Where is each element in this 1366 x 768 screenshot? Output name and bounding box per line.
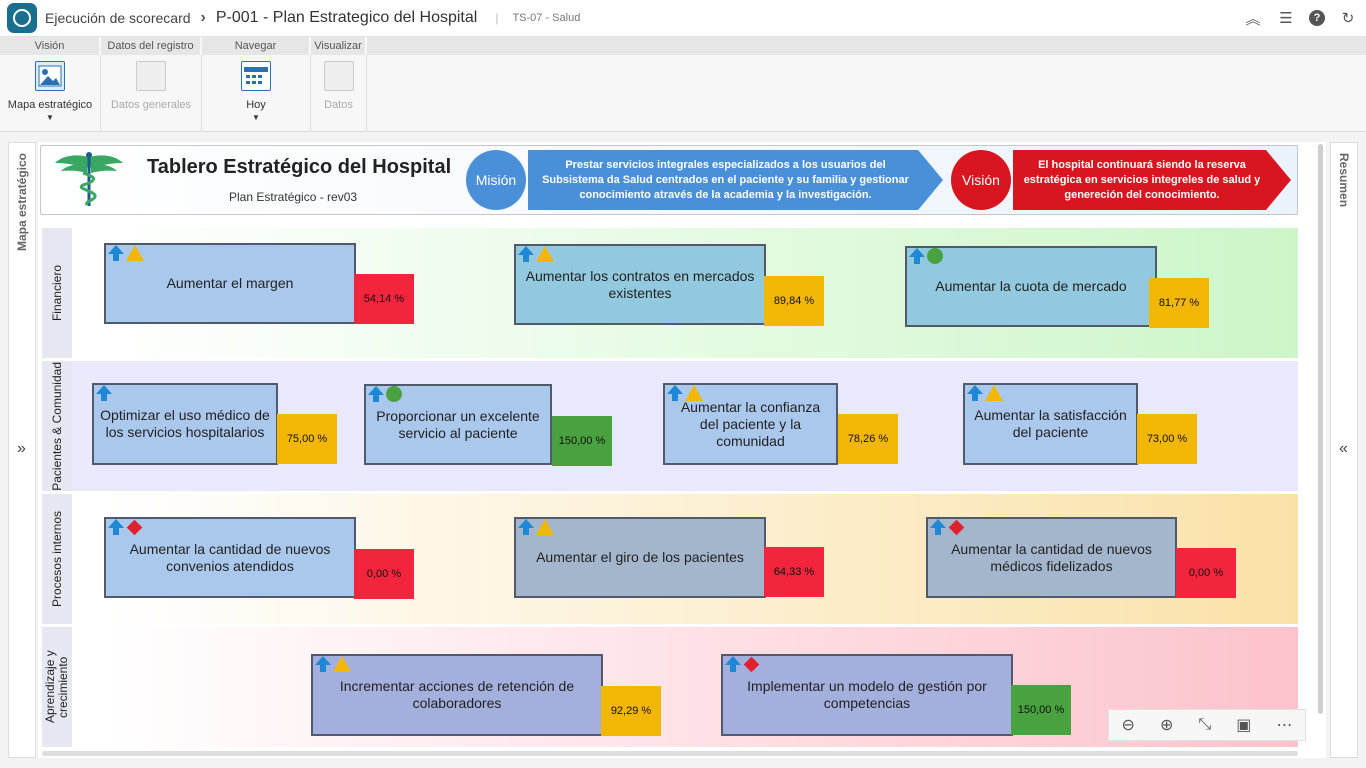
ribbon-group-visualizar: Visualizar	[311, 37, 367, 55]
dropdown-caret-icon: ▼	[46, 113, 54, 122]
caduceus-logo-icon	[55, 152, 123, 206]
objective-value: 64,33 %	[764, 547, 824, 597]
trend-up-icon	[315, 656, 331, 672]
title-bar: Ejecución de scorecard › P-001 - Plan Es…	[0, 0, 1366, 37]
side-panel-label: Resumen	[1337, 153, 1351, 208]
horizontal-scrollbar[interactable]	[42, 751, 1298, 756]
page-title: P-001 - Plan Estrategico del Hospital	[215, 9, 478, 26]
breadcrumb-divider: |	[495, 11, 499, 25]
datos-button[interactable]: Datos	[311, 55, 367, 132]
datos-generales-button[interactable]: Datos generales	[101, 55, 202, 132]
strategy-header-card: Tablero Estratégico del Hospital Plan Es…	[40, 145, 1298, 215]
objective-value: 150,00 %	[1011, 685, 1071, 735]
trend-up-icon	[518, 519, 534, 535]
form-icon	[136, 61, 166, 91]
objective-label[interactable]: Incrementar acciones de retención de col…	[311, 654, 603, 736]
objective-value: 0,00 %	[354, 549, 414, 599]
warning-triangle-icon	[685, 385, 703, 401]
vision-text: El hospital continuará siendo la reserva…	[1013, 150, 1291, 210]
objective-value: 0,00 %	[1176, 548, 1236, 598]
list-icon[interactable]: ☰	[1276, 8, 1296, 28]
hoy-button[interactable]: Hoy ▼	[202, 55, 311, 132]
mision-text: Prestar servicios integrales especializa…	[528, 150, 943, 210]
alert-diamond-icon	[948, 519, 964, 535]
zoom-out-icon[interactable]: ⊖	[1122, 715, 1135, 735]
trend-up-icon	[108, 519, 124, 535]
trend-up-icon	[725, 656, 741, 672]
perspective-label: Aprendizaje y crecimiento	[43, 650, 70, 724]
ribbon-group-datos-registro: Datos del registro	[101, 37, 202, 55]
trend-up-icon	[518, 246, 534, 262]
trend-up-icon	[909, 248, 925, 264]
warning-triangle-icon	[985, 385, 1003, 401]
dashboard-subtitle: Plan Estratégico - rev03	[229, 190, 358, 204]
zoom-in-icon[interactable]: ⊕	[1160, 715, 1173, 735]
alert-diamond-icon	[743, 656, 759, 672]
objective-value: 75,00 %	[277, 414, 337, 464]
trend-up-icon	[667, 385, 683, 401]
ribbon-group-vision: Visión	[0, 37, 101, 55]
app-logo-icon[interactable]	[7, 3, 37, 33]
vertical-scrollbar[interactable]	[1318, 144, 1323, 714]
warning-triangle-icon	[126, 245, 144, 261]
objective-value: 73,00 %	[1137, 414, 1197, 464]
warning-triangle-icon	[536, 246, 554, 262]
mapa-estrategico-side-panel[interactable]: Mapa estratégico »	[8, 142, 36, 758]
form-icon	[323, 61, 354, 91]
objective-value: 89,84 %	[764, 276, 824, 326]
resumen-side-panel[interactable]: Resumen «	[1330, 142, 1358, 758]
ok-circle-icon	[386, 386, 402, 402]
objective-value: 54,14 %	[354, 274, 414, 324]
expand-left-icon[interactable]: «	[1339, 440, 1348, 458]
trend-up-icon	[368, 386, 384, 402]
breadcrumb-chevron-icon: ›	[200, 9, 206, 26]
breadcrumb-root[interactable]: Ejecución de scorecard	[45, 10, 191, 26]
objective-value: 81,77 %	[1149, 278, 1209, 328]
ribbon-group-navegar: Navegar	[202, 37, 311, 55]
trend-up-icon	[96, 385, 112, 401]
trend-up-icon	[967, 385, 983, 401]
more-options-icon[interactable]: ⋯	[1276, 715, 1292, 735]
image-export-icon[interactable]: ▣	[1236, 715, 1251, 735]
objective-value: 150,00 %	[552, 416, 612, 466]
perspective-label: Procesos internos	[49, 510, 64, 608]
perspective-label: Pacientes & Comunidad	[49, 361, 64, 491]
mision-badge: Misión	[466, 150, 526, 210]
trend-up-icon	[108, 245, 124, 261]
dropdown-caret-icon: ▼	[252, 113, 260, 122]
calendar-icon	[241, 61, 271, 91]
help-icon[interactable]: ?	[1309, 10, 1325, 26]
trend-up-icon	[930, 519, 946, 535]
strategy-map-icon	[35, 61, 65, 91]
alert-diamond-icon	[126, 519, 142, 535]
breadcrumb-tag: TS-07 - Salud	[512, 12, 581, 24]
zoom-toolbar: ⊖ ⊕ ⤡ ▣ ⋯	[1108, 709, 1306, 741]
warning-triangle-icon	[536, 519, 554, 535]
collapse-up-icon[interactable]: ︽	[1243, 8, 1263, 28]
objective-label[interactable]: Optimizar el uso médico de los servicios…	[92, 383, 278, 465]
ribbon-toolbar: Visión Datos del registro Navegar Visual…	[0, 37, 1366, 132]
dashboard-title: Tablero Estratégico del Hospital	[147, 156, 452, 178]
perspective-label: Financiero	[49, 264, 64, 322]
side-panel-label: Mapa estratégico	[15, 153, 29, 252]
warning-triangle-icon	[333, 656, 351, 672]
fit-screen-icon[interactable]: ⤡	[1198, 716, 1211, 734]
ok-circle-icon	[927, 248, 943, 264]
vision-badge: Visión	[951, 150, 1011, 210]
objective-label[interactable]: Implementar un modelo de gestión por com…	[721, 654, 1013, 736]
refresh-icon[interactable]: ↻	[1338, 8, 1358, 28]
objective-value: 92,29 %	[601, 686, 661, 736]
expand-right-icon[interactable]: »	[17, 440, 26, 458]
objective-value: 78,26 %	[838, 414, 898, 464]
strategy-map-canvas[interactable]: Tablero Estratégico del Hospital Plan Es…	[38, 142, 1326, 758]
mapa-estrategico-button[interactable]: Mapa estratégico ▼	[0, 55, 101, 132]
